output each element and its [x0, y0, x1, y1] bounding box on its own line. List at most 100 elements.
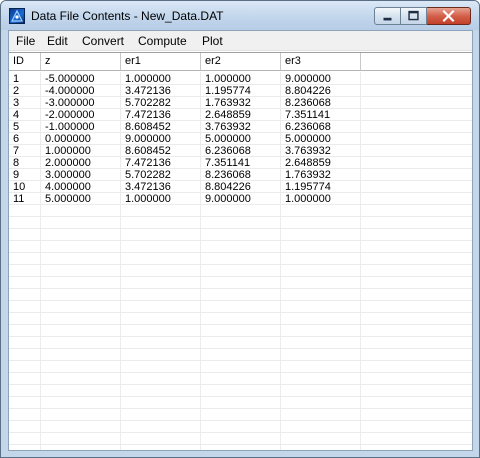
- empty-row: [9, 361, 472, 373]
- cell-z[interactable]: -4.000000: [41, 85, 121, 97]
- empty-row: [9, 205, 472, 217]
- table-row[interactable]: 11 5.000000 1.000000 9.000000 1.000000: [9, 193, 472, 205]
- cell-er3[interactable]: 3.763932: [281, 145, 361, 157]
- cell-z[interactable]: 5.000000: [41, 193, 121, 205]
- cell-er1[interactable]: 3.472136: [121, 85, 201, 97]
- cell-z[interactable]: 1.000000: [41, 145, 121, 157]
- empty-row: [9, 313, 472, 325]
- cell-er3[interactable]: 7.351141: [281, 109, 361, 121]
- cell-er2[interactable]: 1.000000: [201, 73, 281, 85]
- cell-er1[interactable]: 7.472136: [121, 157, 201, 169]
- cell-id[interactable]: 8: [9, 157, 41, 169]
- empty-row: [9, 373, 472, 385]
- cell-er1[interactable]: 9.000000: [121, 133, 201, 145]
- cell-id[interactable]: 2: [9, 85, 41, 97]
- cell-id[interactable]: 11: [9, 193, 41, 205]
- cell-er2[interactable]: 1.763932: [201, 97, 281, 109]
- column-header-er2[interactable]: er2: [201, 53, 281, 71]
- menu-file[interactable]: File: [16, 34, 35, 48]
- column-header-z[interactable]: z: [41, 53, 121, 71]
- cell-er3[interactable]: 8.804226: [281, 85, 361, 97]
- cell-er3[interactable]: 1.763932: [281, 169, 361, 181]
- cell-er3[interactable]: 5.000000: [281, 133, 361, 145]
- empty-row: [9, 349, 472, 361]
- column-header-er3[interactable]: er3: [281, 53, 361, 71]
- cell-er1[interactable]: 7.472136: [121, 109, 201, 121]
- column-header-id[interactable]: ID: [9, 53, 41, 71]
- cell-er1[interactable]: 1.000000: [121, 73, 201, 85]
- cell-z[interactable]: -1.000000: [41, 121, 121, 133]
- table-row[interactable]: 4 -2.000000 7.472136 2.648859 7.351141: [9, 109, 472, 121]
- cell-er3[interactable]: 2.648859: [281, 157, 361, 169]
- window-title: Data File Contents - New_Data.DAT: [31, 9, 224, 23]
- empty-row: [9, 385, 472, 397]
- table-row[interactable]: 1 -5.000000 1.000000 1.000000 9.000000: [9, 73, 472, 85]
- minimize-button[interactable]: [374, 7, 401, 25]
- data-grid[interactable]: ID z er1 er2 er3 1 -5.000000 1.000000 1.000…: [9, 52, 472, 450]
- cell-er1[interactable]: 3.472136: [121, 181, 201, 193]
- empty-row: [9, 241, 472, 253]
- table-row[interactable]: 2 -4.000000 3.472136 1.195774 8.804226: [9, 85, 472, 97]
- empty-row: [9, 289, 472, 301]
- empty-row: [9, 301, 472, 313]
- close-button[interactable]: [427, 7, 471, 25]
- cell-er2[interactable]: 8.236068: [201, 169, 281, 181]
- cell-z[interactable]: -2.000000: [41, 109, 121, 121]
- table-row[interactable]: 10 4.000000 3.472136 8.804226 1.195774: [9, 181, 472, 193]
- cell-er3[interactable]: 1.195774: [281, 181, 361, 193]
- cell-id[interactable]: 4: [9, 109, 41, 121]
- menu-convert[interactable]: Convert: [82, 34, 124, 48]
- cell-er2[interactable]: 2.648859: [201, 109, 281, 121]
- maximize-button[interactable]: [401, 7, 427, 25]
- menu-edit[interactable]: Edit: [47, 34, 68, 48]
- empty-row: [9, 409, 472, 421]
- cell-id[interactable]: 9: [9, 169, 41, 181]
- cell-er3[interactable]: 1.000000: [281, 193, 361, 205]
- cell-er2[interactable]: 5.000000: [201, 133, 281, 145]
- cell-z[interactable]: -5.000000: [41, 73, 121, 85]
- table-row[interactable]: 9 3.000000 5.702282 8.236068 1.763932: [9, 169, 472, 181]
- cell-er1[interactable]: 5.702282: [121, 97, 201, 109]
- empty-row: [9, 397, 472, 409]
- cell-z[interactable]: -3.000000: [41, 97, 121, 109]
- empty-row: [9, 433, 472, 445]
- main-window: Data File Contents - New_Data.DAT File E…: [0, 0, 480, 458]
- cell-id[interactable]: 1: [9, 73, 41, 85]
- cell-z[interactable]: 4.000000: [41, 181, 121, 193]
- table-row[interactable]: 7 1.000000 8.608452 6.236068 3.763932: [9, 145, 472, 157]
- cell-id[interactable]: 10: [9, 181, 41, 193]
- cell-er2[interactable]: 3.763932: [201, 121, 281, 133]
- cell-er2[interactable]: 1.195774: [201, 85, 281, 97]
- cell-z[interactable]: 0.000000: [41, 133, 121, 145]
- title-bar[interactable]: Data File Contents - New_Data.DAT: [1, 1, 479, 30]
- cell-er1[interactable]: 8.608452: [121, 145, 201, 157]
- client-area: File Edit Convert Compute Plot ID z er1 …: [8, 30, 473, 451]
- app-icon[interactable]: [9, 8, 25, 24]
- cell-id[interactable]: 5: [9, 121, 41, 133]
- cell-er3[interactable]: 8.236068: [281, 97, 361, 109]
- cell-er2[interactable]: 6.236068: [201, 145, 281, 157]
- cell-z[interactable]: 2.000000: [41, 157, 121, 169]
- maximize-icon: [408, 10, 419, 21]
- cell-id[interactable]: 3: [9, 97, 41, 109]
- table-row[interactable]: 8 2.000000 7.472136 7.351141 2.648859: [9, 157, 472, 169]
- menu-compute[interactable]: Compute: [138, 34, 187, 48]
- column-header-er1[interactable]: er1: [121, 53, 201, 71]
- cell-z[interactable]: 3.000000: [41, 169, 121, 181]
- cell-er3[interactable]: 6.236068: [281, 121, 361, 133]
- cell-id[interactable]: 6: [9, 133, 41, 145]
- cell-er3[interactable]: 9.000000: [281, 73, 361, 85]
- menu-plot[interactable]: Plot: [202, 34, 223, 48]
- empty-row: [9, 265, 472, 277]
- empty-row: [9, 337, 472, 349]
- cell-er2[interactable]: 8.804226: [201, 181, 281, 193]
- cell-er1[interactable]: 1.000000: [121, 193, 201, 205]
- cell-er1[interactable]: 8.608452: [121, 121, 201, 133]
- cell-er2[interactable]: 7.351141: [201, 157, 281, 169]
- cell-er2[interactable]: 9.000000: [201, 193, 281, 205]
- cell-id[interactable]: 7: [9, 145, 41, 157]
- table-row[interactable]: 6 0.000000 9.000000 5.000000 5.000000: [9, 133, 472, 145]
- cell-er1[interactable]: 5.702282: [121, 169, 201, 181]
- table-row[interactable]: 3 -3.000000 5.702282 1.763932 8.236068: [9, 97, 472, 109]
- table-row[interactable]: 5 -1.000000 8.608452 3.763932 6.236068: [9, 121, 472, 133]
